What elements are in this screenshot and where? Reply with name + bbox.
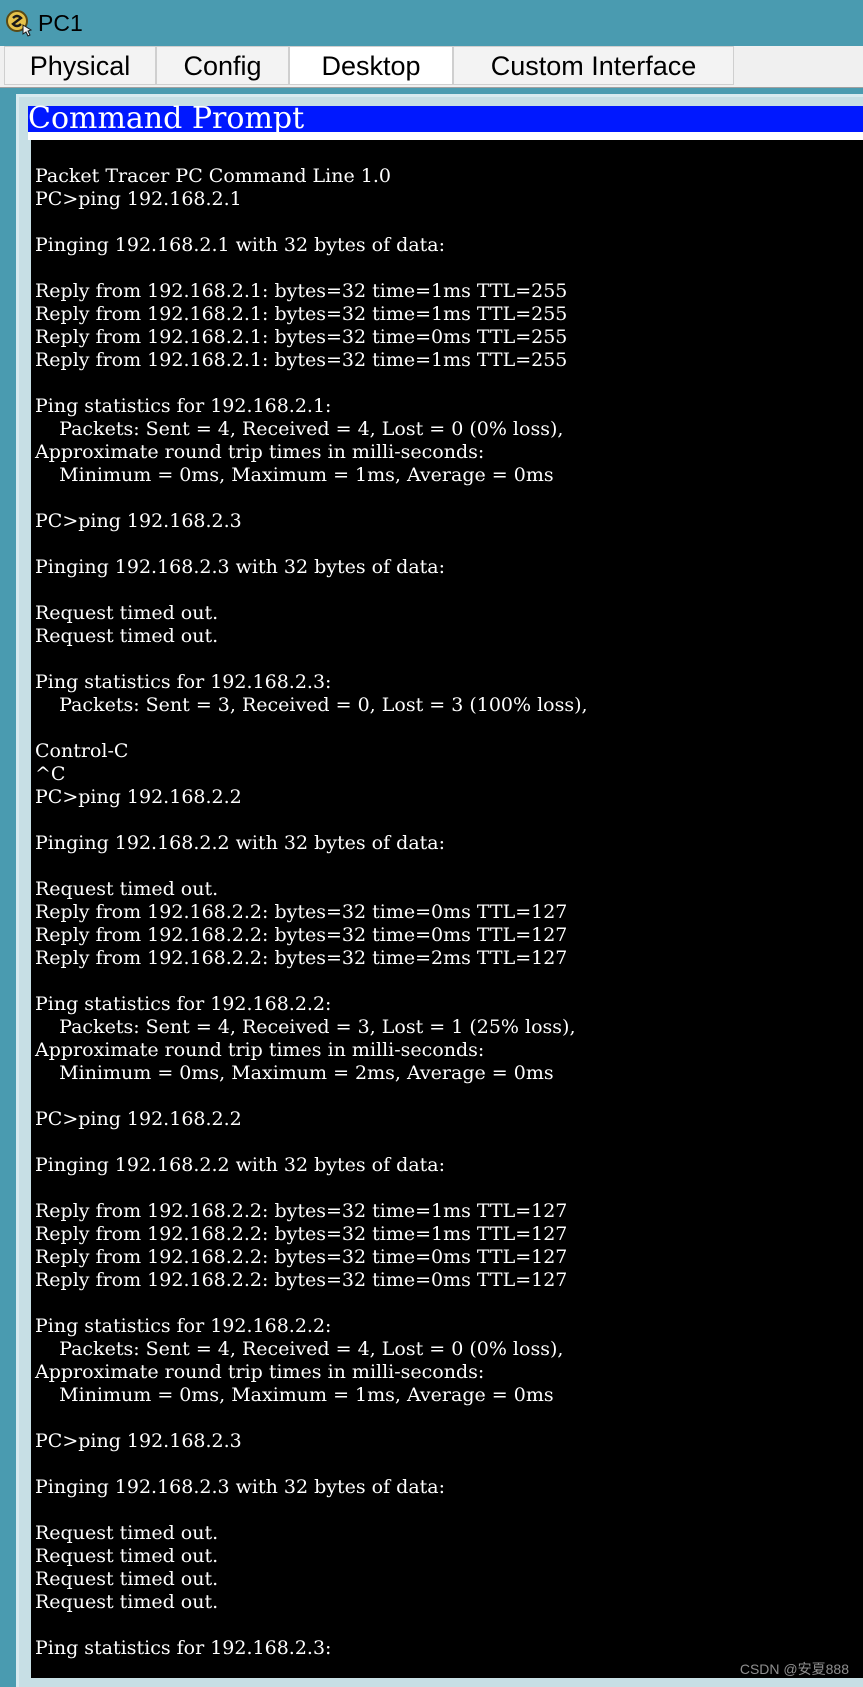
console-line: Ping statistics for 192.168.2.2: bbox=[35, 993, 332, 1015]
console-line: Request timed out. bbox=[35, 625, 219, 647]
console-line: Pinging 192.168.2.1 with 32 bytes of dat… bbox=[35, 234, 446, 256]
console-line: Ping statistics for 192.168.2.3: bbox=[35, 1637, 332, 1659]
tab-custom-interface[interactable]: Custom Interface bbox=[453, 46, 734, 85]
console-line: Request timed out. bbox=[35, 1568, 219, 1590]
console-line: Approximate round trip times in milli-se… bbox=[35, 1361, 485, 1383]
console-line: ^C bbox=[35, 763, 66, 785]
console-line: PC>ping 192.168.2.1 bbox=[35, 188, 242, 210]
console-line: Reply from 192.168.2.2: bytes=32 time=0m… bbox=[35, 924, 568, 946]
console-line: Pinging 192.168.2.3 with 32 bytes of dat… bbox=[35, 1476, 446, 1498]
console-line: Request timed out. bbox=[35, 878, 219, 900]
console-line: Pinging 192.168.2.2 with 32 bytes of dat… bbox=[35, 832, 446, 854]
console-line: Reply from 192.168.2.2: bytes=32 time=0m… bbox=[35, 1269, 568, 1291]
console-line: Minimum = 0ms, Maximum = 1ms, Average = … bbox=[35, 464, 554, 486]
console-line: Reply from 192.168.2.1: bytes=32 time=1m… bbox=[35, 280, 568, 302]
console-line: Reply from 192.168.2.2: bytes=32 time=0m… bbox=[35, 901, 568, 923]
tab-physical[interactable]: Physical bbox=[4, 46, 156, 85]
command-prompt-titlebar: Command Prompt bbox=[28, 102, 863, 136]
console-line: Pinging 192.168.2.2 with 32 bytes of dat… bbox=[35, 1154, 446, 1176]
tab-bar: Physical Config Desktop Custom Interface bbox=[0, 46, 863, 88]
watermark: CSDN @安夏888 bbox=[739, 1661, 849, 1677]
console-line: PC>ping 192.168.2.2 bbox=[35, 1108, 242, 1130]
console-line: Ping statistics for 192.168.2.1: bbox=[35, 395, 332, 417]
console-line: Approximate round trip times in milli-se… bbox=[35, 1039, 485, 1061]
tab-desktop[interactable]: Desktop bbox=[289, 46, 453, 85]
console-line: Packets: Sent = 3, Received = 0, Lost = … bbox=[35, 694, 588, 716]
console-line: Packets: Sent = 4, Received = 3, Lost = … bbox=[35, 1016, 576, 1038]
console-line: Minimum = 0ms, Maximum = 1ms, Average = … bbox=[35, 1384, 554, 1406]
console-line: Request timed out. bbox=[35, 1545, 219, 1567]
tab-config[interactable]: Config bbox=[156, 46, 289, 85]
console-line: Packets: Sent = 4, Received = 4, Lost = … bbox=[35, 1338, 564, 1360]
console-line: Reply from 192.168.2.2: bytes=32 time=1m… bbox=[35, 1200, 568, 1222]
console-line: Reply from 192.168.2.2: bytes=32 time=2m… bbox=[35, 947, 568, 969]
console-line: Reply from 192.168.2.1: bytes=32 time=1m… bbox=[35, 349, 568, 371]
packet-tracer-pc-icon bbox=[4, 8, 34, 38]
console-line: Reply from 192.168.2.1: bytes=32 time=1m… bbox=[35, 303, 568, 325]
window-titlebar[interactable]: PC1 bbox=[0, 0, 863, 46]
command-prompt-divider bbox=[28, 132, 863, 140]
console-line: Control-C bbox=[35, 740, 129, 762]
console-line: Minimum = 0ms, Maximum = 2ms, Average = … bbox=[35, 1062, 554, 1084]
console-line: Packets: Sent = 4, Received = 4, Lost = … bbox=[35, 418, 564, 440]
console-line: PC>ping 192.168.2.3 bbox=[35, 1430, 242, 1452]
console-line: PC>ping 192.168.2.2 bbox=[35, 786, 242, 808]
console-line: Ping statistics for 192.168.2.3: bbox=[35, 671, 332, 693]
console-line: Request timed out. bbox=[35, 602, 219, 624]
console-line: Ping statistics for 192.168.2.2: bbox=[35, 1315, 332, 1337]
console-line: Reply from 192.168.2.2: bytes=32 time=1m… bbox=[35, 1223, 568, 1245]
window-title: PC1 bbox=[38, 10, 83, 36]
console-line: Reply from 192.168.2.2: bytes=32 time=0m… bbox=[35, 1246, 568, 1268]
console-line: Packet Tracer PC Command Line 1.0 bbox=[35, 165, 391, 187]
console-line: Request timed out. bbox=[35, 1522, 219, 1544]
command-prompt-title: Command Prompt bbox=[28, 101, 305, 136]
console-line: Request timed out. bbox=[35, 1591, 219, 1613]
command-prompt-console[interactable]: Packet Tracer PC Command Line 1.0 PC>ping… bbox=[31, 140, 863, 1678]
console-line: PC>ping 192.168.2.3 bbox=[35, 510, 242, 532]
console-line: Pinging 192.168.2.3 with 32 bytes of dat… bbox=[35, 556, 446, 578]
console-output: Packet Tracer PC Command Line 1.0 PC>ping… bbox=[35, 165, 588, 1660]
console-line: Reply from 192.168.2.1: bytes=32 time=0m… bbox=[35, 326, 568, 348]
console-line: Approximate round trip times in milli-se… bbox=[35, 441, 485, 463]
